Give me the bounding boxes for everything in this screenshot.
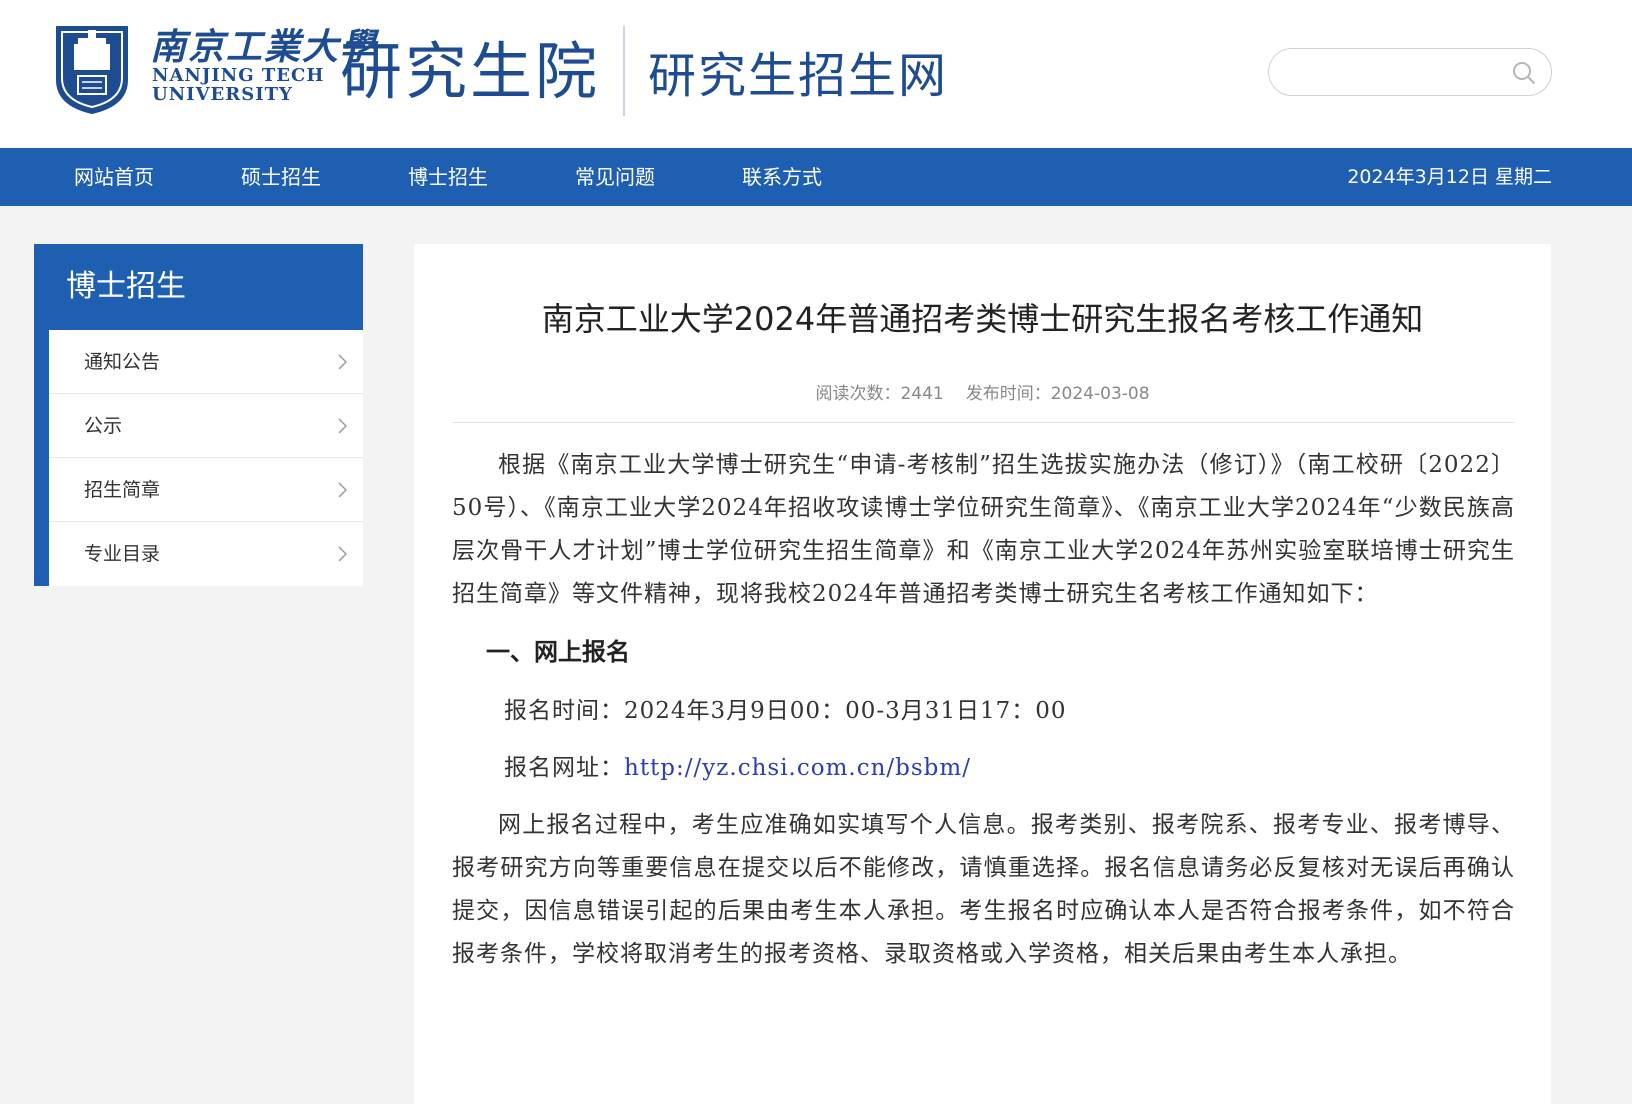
sidebar-item-label: 通知公告 xyxy=(84,351,161,373)
sidebar: 博士招生 通知公告 公示 招生简章 专业目录 xyxy=(34,244,363,586)
sidebar-list: 通知公告 公示 招生简章 专业目录 xyxy=(34,330,363,586)
sidebar-title: 博士招生 xyxy=(34,244,363,330)
main-nav: 网站首页 硕士招生 博士招生 常见问题 联系方式 2024年3月12日 星期二 xyxy=(0,148,1632,206)
university-name-en-line2: UNIVERSITY xyxy=(152,84,293,105)
divider xyxy=(452,422,1514,423)
intro-paragraph: 根据《南京工业大学博士研究生“申请-考核制”招生选拔实施办法（修订）》（南工校研… xyxy=(452,452,1515,607)
search-input[interactable] xyxy=(1285,59,1495,87)
registration-notes-paragraph: 网上报名过程中，考生应准确如实填写个人信息。报考类别、报考院系、报考专业、报考博… xyxy=(452,812,1515,967)
university-name-en-line1: NANJING TECH xyxy=(152,65,325,86)
sidebar-item-label: 招生简章 xyxy=(84,479,161,501)
sidebar-item-brochure[interactable]: 招生简章 xyxy=(49,458,363,522)
chevron-right-icon xyxy=(338,482,347,498)
section-heading: 一、网上报名 xyxy=(486,638,630,666)
nav-item-master[interactable]: 硕士招生 xyxy=(241,148,321,206)
article-meta: 阅读次数：2441 发布时间：2024-03-08 xyxy=(414,379,1551,404)
header: 南京工業大學 NANJING TECH UNIVERSITY 研究生院 研究生招… xyxy=(0,0,1632,148)
article-body: 根据《南京工业大学博士研究生“申请-考核制”招生选拔实施办法（修订）》（南工校研… xyxy=(452,444,1515,976)
registration-url-line: 报名网址：http://yz.chsi.com.cn/bsbm/ xyxy=(504,747,1515,790)
sidebar-item-catalog[interactable]: 专业目录 xyxy=(49,522,363,586)
chevron-right-icon xyxy=(338,546,347,562)
nav-item-doctor[interactable]: 博士招生 xyxy=(408,148,488,206)
sidebar-item-publicity[interactable]: 公示 xyxy=(49,394,363,458)
current-date: 2024年3月12日 星期二 xyxy=(1347,166,1552,188)
chevron-right-icon xyxy=(338,354,347,370)
article-panel: 南京工业大学2024年普通招考类博士研究生报名考核工作通知 阅读次数：2441 发… xyxy=(414,244,1551,1104)
nav-item-contact[interactable]: 联系方式 xyxy=(742,148,822,206)
article-title: 南京工业大学2024年普通招考类博士研究生报名考核工作通知 xyxy=(541,300,1424,338)
chevron-right-icon xyxy=(338,418,347,434)
search-icon[interactable] xyxy=(1511,60,1537,86)
university-name-en: NANJING TECH UNIVERSITY xyxy=(152,66,324,104)
title-divider xyxy=(623,26,625,116)
view-count: 阅读次数：2441 xyxy=(815,384,944,404)
sidebar-item-label: 专业目录 xyxy=(84,543,161,565)
registration-url-link[interactable]: http://yz.chsi.com.cn/bsbm/ xyxy=(624,755,971,781)
nav-item-home[interactable]: 网站首页 xyxy=(74,148,154,206)
sidebar-item-label: 公示 xyxy=(84,415,123,437)
search-box xyxy=(1268,48,1552,96)
nav-item-faq[interactable]: 常见问题 xyxy=(575,148,655,206)
site-title: 研究生院 xyxy=(340,35,601,108)
sidebar-item-notices[interactable]: 通知公告 xyxy=(49,330,363,394)
university-logo[interactable] xyxy=(52,22,132,116)
site-subtitle: 研究生招生网 xyxy=(648,48,949,104)
publish-date: 发布时间：2024-03-08 xyxy=(965,384,1150,404)
registration-time: 报名时间：2024年3月9日00：00-3月31日17：00 xyxy=(504,698,1067,724)
registration-url-label: 报名网址： xyxy=(504,755,624,781)
